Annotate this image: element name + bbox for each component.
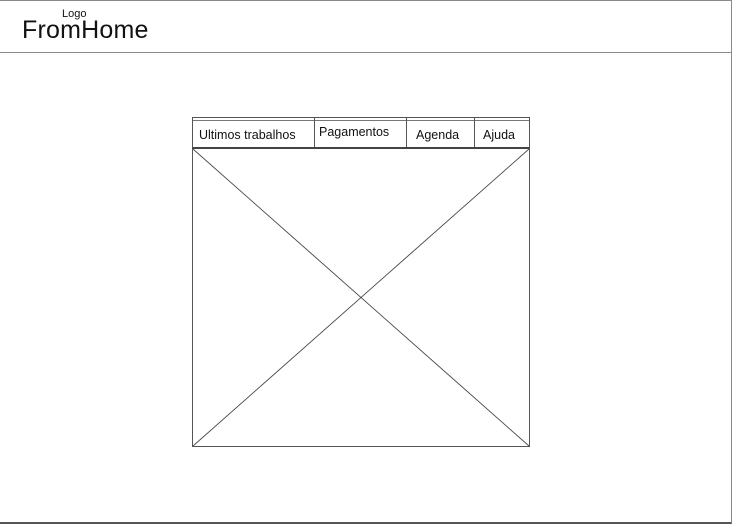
content-placeholder (192, 147, 530, 447)
header: Logo FromHome (0, 0, 732, 53)
tab-divider (314, 118, 315, 149)
tabbed-panel: Ultimos trabalhos Pagamentos Agenda Ajud… (192, 117, 530, 447)
image-placeholder-icon (193, 149, 529, 446)
tab-ajuda[interactable]: Ajuda (483, 120, 515, 150)
brand-logo[interactable]: FromHome (22, 15, 149, 45)
tab-pagamentos[interactable]: Pagamentos (319, 117, 389, 147)
tab-divider (406, 118, 407, 149)
tab-agenda[interactable]: Agenda (416, 120, 459, 150)
tab-bar: Ultimos trabalhos Pagamentos Agenda Ajud… (192, 117, 530, 149)
tab-ultimos-trabalhos[interactable]: Ultimos trabalhos (199, 120, 296, 150)
tab-divider (474, 118, 475, 149)
